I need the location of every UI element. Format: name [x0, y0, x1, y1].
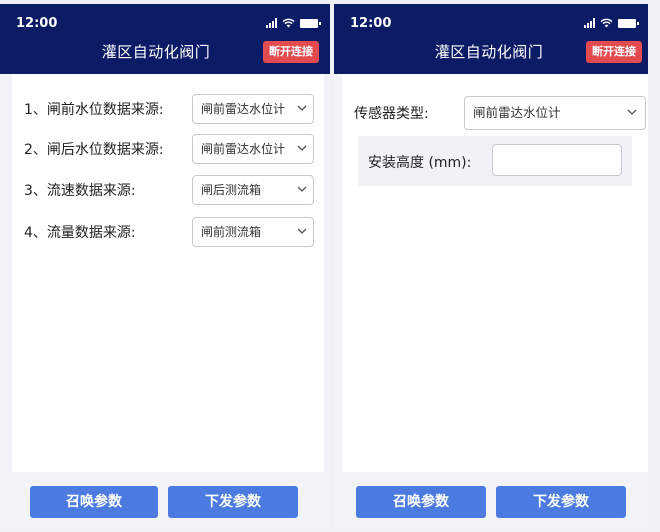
flow-source-row: 4、流量数据来源: 闸前测流箱 [24, 217, 314, 247]
signal-icon [266, 18, 277, 28]
phone-screen-left: 12:00 灌区自动化阀门 断开连接 1、闸前水位数据来源: 闸前雷达水位计 2… [0, 4, 330, 528]
status-time: 12:00 [16, 16, 58, 31]
row-label: 1、闸前水位数据来源: [24, 102, 164, 118]
recall-params-button[interactable]: 召唤参数 [356, 486, 486, 518]
phone-screen-right: 12:00 灌区自动化阀门 断开连接 传感器类型: 闸前雷达水位计 安装高度 (… [334, 4, 648, 528]
flow-source-select[interactable]: 闸前测流箱 [192, 217, 314, 247]
status-icons [584, 17, 639, 28]
sensor-panel: 传感器类型: 闸前雷达水位计 安装高度 (mm): [342, 74, 648, 472]
gate-front-level-source-row: 1、闸前水位数据来源: 闸前雷达水位计 [24, 94, 314, 124]
row-label: 2、闸后水位数据来源: [24, 142, 164, 158]
gate-rear-level-source-row: 2、闸后水位数据来源: 闸前雷达水位计 [24, 134, 314, 164]
chevron-down-icon [297, 105, 307, 112]
install-height-group: 安装高度 (mm): [358, 136, 632, 186]
status-time: 12:00 [350, 16, 392, 31]
chevron-down-icon [297, 228, 307, 235]
install-height-label: 安装高度 (mm): [368, 155, 472, 171]
install-height-input[interactable] [492, 144, 622, 176]
app-header: 12:00 灌区自动化阀门 断开连接 [0, 4, 330, 74]
velocity-source-row: 3、流速数据来源: 闸后测流箱 [24, 175, 314, 205]
sensor-type-row: 传感器类型: 闸前雷达水位计 [354, 96, 646, 130]
select-value: 闸前雷达水位计 [201, 142, 286, 156]
app-header: 12:00 灌区自动化阀门 断开连接 [334, 4, 648, 74]
sensor-type-label: 传感器类型: [354, 106, 429, 122]
battery-icon [300, 19, 321, 28]
settings-panel: 1、闸前水位数据来源: 闸前雷达水位计 2、闸后水位数据来源: 闸前雷达水位计 … [12, 74, 324, 472]
chevron-down-icon [297, 186, 307, 193]
gate-rear-level-source-select[interactable]: 闸前雷达水位计 [192, 134, 314, 164]
chevron-down-icon [627, 109, 637, 116]
gate-front-level-source-select[interactable]: 闸前雷达水位计 [192, 94, 314, 124]
battery-icon [618, 19, 639, 28]
signal-icon [584, 18, 595, 28]
disconnect-button[interactable]: 断开连接 [586, 41, 642, 63]
row-label: 3、流速数据来源: [24, 183, 136, 199]
chevron-down-icon [297, 145, 307, 152]
wifi-icon [600, 18, 613, 28]
status-icons [266, 17, 321, 28]
recall-params-button[interactable]: 召唤参数 [30, 486, 158, 518]
select-value: 闸前测流箱 [201, 225, 262, 239]
wifi-icon [282, 18, 295, 28]
send-params-button[interactable]: 下发参数 [496, 486, 626, 518]
select-value: 闸前雷达水位计 [473, 105, 561, 120]
velocity-source-select[interactable]: 闸后测流箱 [192, 175, 314, 205]
disconnect-button[interactable]: 断开连接 [263, 41, 319, 63]
row-label: 4、流量数据来源: [24, 225, 136, 241]
select-value: 闸前雷达水位计 [201, 102, 286, 116]
select-value: 闸后测流箱 [201, 183, 262, 197]
sensor-type-select[interactable]: 闸前雷达水位计 [464, 96, 646, 130]
send-params-button[interactable]: 下发参数 [168, 486, 298, 518]
